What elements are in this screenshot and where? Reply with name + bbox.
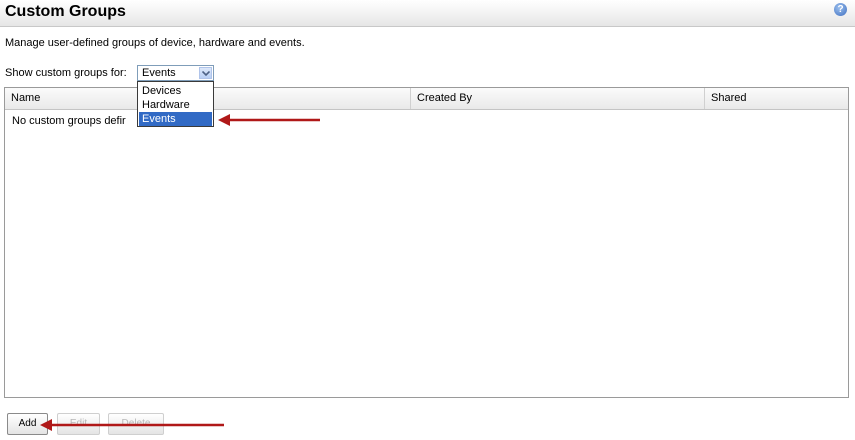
chevron-down-icon[interactable] [199,67,212,79]
column-header-created-by[interactable]: Created By [411,88,705,109]
select-value: Events [142,67,176,79]
table-header: Name Created By Shared [5,88,848,110]
page-title: Custom Groups [5,3,126,20]
filter-label: Show custom groups for: [5,67,127,79]
group-type-select[interactable]: Events [137,65,214,81]
annotation-arrow-icon [218,114,320,126]
column-header-shared[interactable]: Shared [705,88,848,109]
empty-table-message: No custom groups defir [12,115,126,127]
option-events[interactable]: Events [139,112,212,126]
custom-groups-table: Name Created By Shared No custom groups … [4,87,849,398]
group-type-dropdown-list[interactable]: Devices Hardware Events [137,81,214,127]
annotation-arrow-icon [40,419,224,431]
page-header: Custom Groups ? [0,0,855,27]
page-description: Manage user-defined groups of device, ha… [5,37,305,49]
help-icon[interactable]: ? [834,3,847,16]
option-hardware[interactable]: Hardware [139,98,212,112]
option-devices[interactable]: Devices [139,84,212,98]
